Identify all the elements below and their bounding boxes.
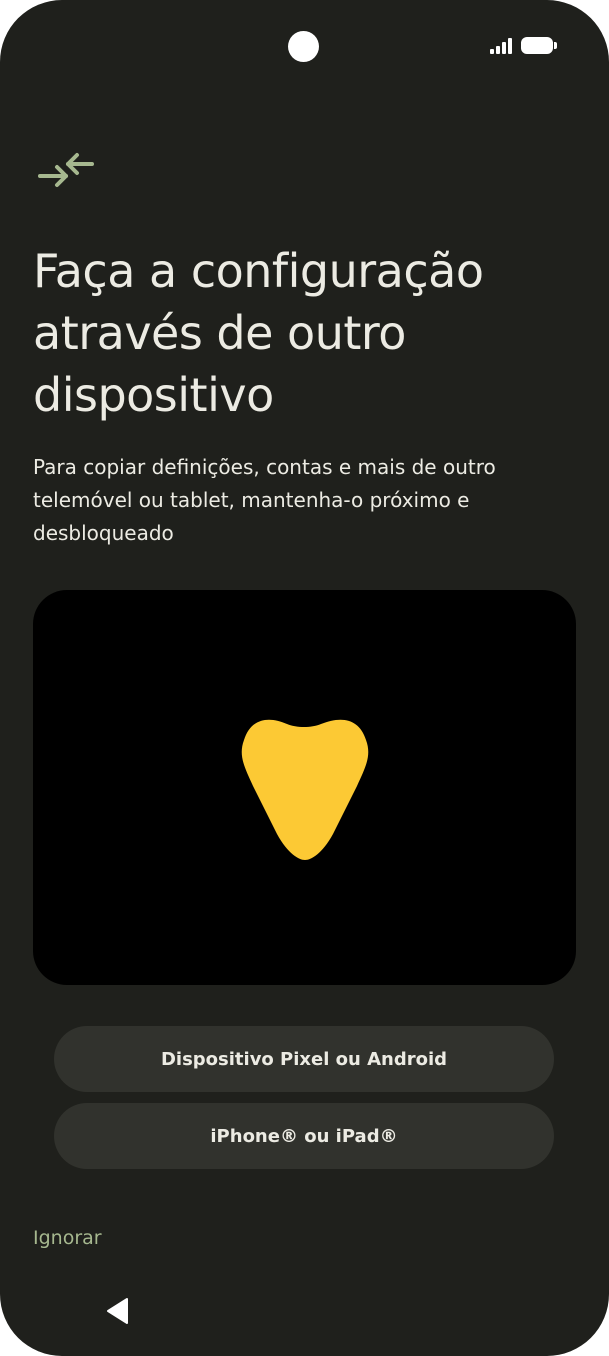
front-camera	[288, 31, 319, 62]
status-bar	[0, 0, 609, 90]
page-title: Faça a configuração através de outro dis…	[33, 244, 484, 422]
iphone-ipad-option-button[interactable]: iPhone® ou iPad®	[54, 1103, 554, 1169]
pixel-android-option-button[interactable]: Dispositivo Pixel ou Android	[54, 1026, 554, 1092]
illustration-panel	[33, 590, 576, 985]
page-description: Para copiar definições, contas e mais de…	[33, 455, 496, 545]
swap-arrows-icon	[38, 153, 94, 187]
back-triangle-icon[interactable]	[103, 1296, 133, 1326]
battery-icon	[521, 37, 553, 54]
battery-tip	[554, 42, 557, 49]
pixel-android-option-label: Dispositivo Pixel ou Android	[160, 1048, 448, 1070]
signal-icon	[490, 38, 516, 54]
skip-link[interactable]: Ignorar	[33, 1227, 102, 1249]
phone-screen: Faça a configuração através de outro dis…	[0, 0, 609, 1356]
iphone-ipad-option-label: iPhone® ou iPad®	[210, 1125, 398, 1147]
heart-shape-illustration	[241, 719, 369, 860]
